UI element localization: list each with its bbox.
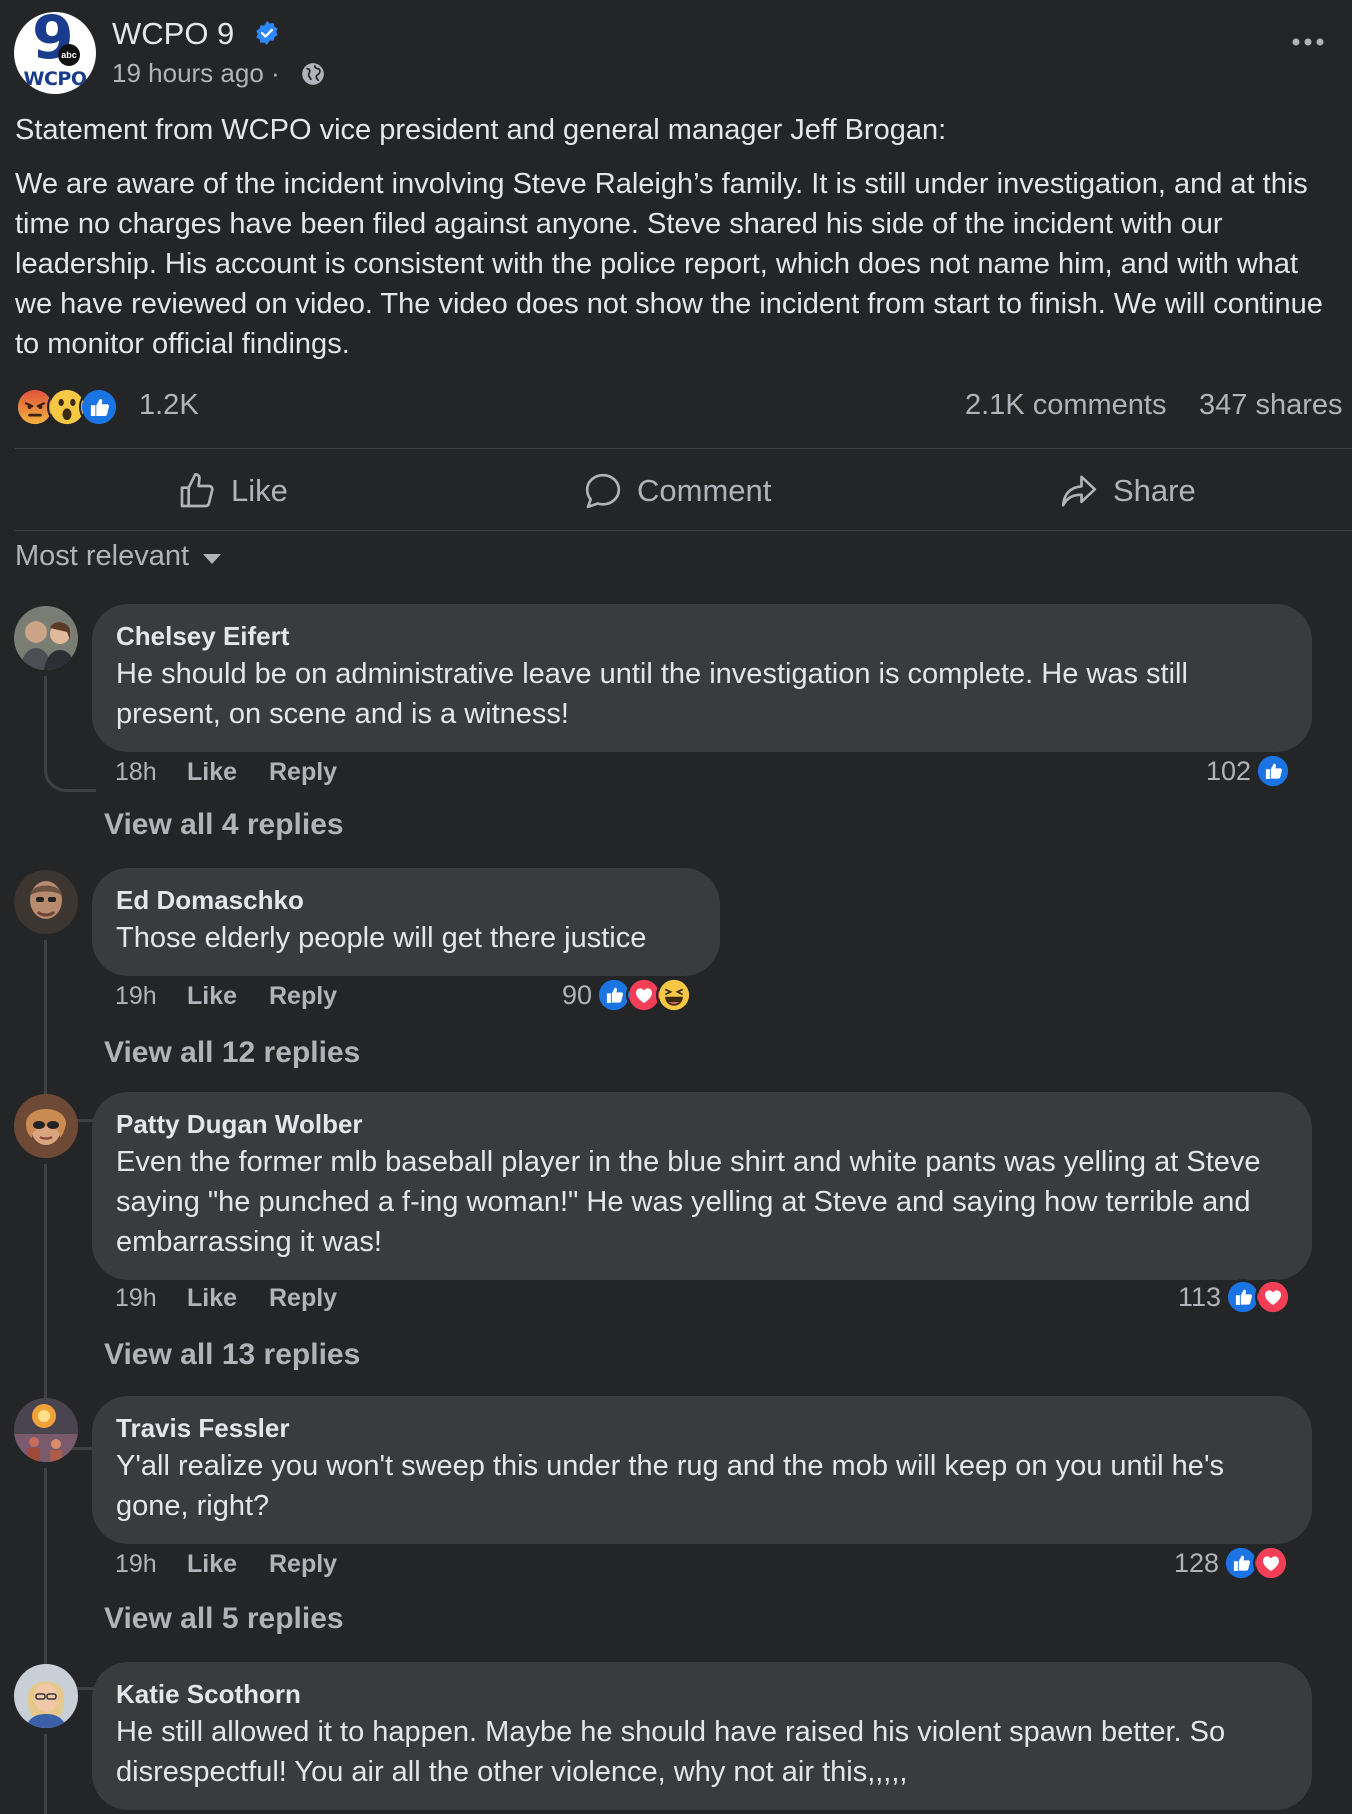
comment-reactions[interactable]: 90 [562, 976, 693, 1014]
page-name[interactable]: WCPO 9 [112, 16, 234, 52]
comment-reaction-count: 113 [1178, 1281, 1222, 1312]
comment: Katie Scothorn He still allowed it to ha… [14, 1662, 1352, 1814]
comment-bubble: Ed Domaschko Those elderly people will g… [92, 868, 720, 976]
love-reaction-icon [1253, 1545, 1290, 1581]
comment-like-button[interactable]: Like [187, 758, 237, 787]
comments-count[interactable]: 2.1K comments [965, 389, 1166, 422]
more-options-icon[interactable] [1288, 32, 1328, 52]
comment-time[interactable]: 19h [115, 982, 157, 1011]
thread-line [44, 1734, 47, 1814]
post-paragraph: Statement from WCPO vice president and g… [15, 114, 947, 146]
comment-text: He should be on administrative leave unt… [116, 658, 1188, 730]
love-reaction-icon [1255, 1279, 1292, 1315]
reaction-count[interactable]: 1.2K [139, 389, 199, 422]
reaction-summary[interactable] [15, 387, 127, 427]
comment-sort-dropdown[interactable]: Most relevant [15, 540, 222, 573]
avatar-network-logo: abc [58, 44, 80, 66]
shares-count[interactable]: 347 shares [1199, 389, 1343, 422]
thread-line [44, 676, 96, 792]
post-body: Statement from WCPO vice president and g… [15, 110, 1335, 378]
sort-label: Most relevant [15, 540, 190, 572]
view-replies-link[interactable]: View all 13 replies [104, 1338, 360, 1372]
like-label: Like [231, 473, 288, 508]
comment-bubble: Katie Scothorn He still allowed it to ha… [92, 1662, 1312, 1810]
comment-bubble: Patty Dugan Wolber Even the former mlb b… [92, 1092, 1312, 1280]
like-reaction-icon [79, 387, 119, 427]
comment-reactions[interactable]: 102 [1206, 752, 1292, 790]
post-time[interactable]: 19 hours ago · [112, 58, 280, 89]
like-button[interactable]: Like [177, 452, 288, 530]
globe-icon [302, 63, 324, 85]
comment: Patty Dugan Wolber Even the former mlb b… [14, 1092, 1352, 1450]
comment-reaction-count: 102 [1206, 755, 1252, 786]
view-replies-link[interactable]: View all 4 replies [104, 808, 344, 842]
post-actions: Like Comment Share [15, 452, 1352, 530]
view-replies-link[interactable]: View all 12 replies [104, 1036, 360, 1070]
like-reaction-icon [1255, 753, 1292, 789]
comment-author[interactable]: Patty Dugan Wolber [116, 1108, 1288, 1140]
comment-reaction-count: 90 [562, 979, 593, 1010]
comment: Ed Domaschko Those elderly people will g… [14, 868, 1352, 1122]
share-icon [1061, 475, 1097, 507]
haha-reaction-icon [656, 977, 693, 1013]
comment-author[interactable]: Travis Fessler [116, 1412, 1288, 1444]
avatar[interactable] [14, 1664, 78, 1728]
comment-time[interactable]: 18h [115, 758, 157, 787]
page-avatar[interactable]: 9 abc WCPO [14, 12, 96, 94]
comment-text: Even the former mlb baseball player in t… [116, 1146, 1261, 1258]
divider [15, 530, 1352, 531]
comment-time[interactable]: 19h [115, 1550, 157, 1579]
comment-author[interactable]: Katie Scothorn [116, 1678, 1288, 1710]
comment-like-button[interactable]: Like [187, 1550, 237, 1579]
comment: Travis Fessler Y'all realize you won't s… [14, 1396, 1352, 1690]
comment-reactions[interactable]: 128 [1174, 1544, 1290, 1582]
comment-icon [585, 473, 621, 509]
comment-text: Y'all realize you won't sweep this under… [116, 1450, 1224, 1522]
comment-reply-button[interactable]: Reply [269, 982, 337, 1011]
share-button[interactable]: Share [1059, 452, 1196, 530]
comment-label: Comment [637, 473, 772, 508]
comment-text: He still allowed it to happen. Maybe he … [116, 1716, 1226, 1788]
avatar[interactable] [14, 606, 78, 670]
thread-line [44, 1468, 96, 1690]
post-header: 9 abc WCPO WCPO 9 19 hours ago · [14, 12, 1338, 94]
comment-author[interactable]: Ed Domaschko [116, 884, 696, 916]
comment-reaction-count: 128 [1174, 1547, 1220, 1578]
view-replies-link[interactable]: View all 5 replies [104, 1602, 344, 1636]
post-paragraph: We are aware of the incident involving S… [15, 168, 1323, 360]
share-label: Share [1113, 473, 1196, 508]
post-stats: 1.2K 2.1K comments 347 shares [15, 385, 1352, 431]
divider [15, 448, 1352, 449]
verified-badge-icon [256, 21, 278, 45]
avatar[interactable] [14, 870, 78, 934]
comment-like-button[interactable]: Like [187, 982, 237, 1011]
comment-author[interactable]: Chelsey Eifert [116, 620, 1288, 652]
thumbs-up-icon [180, 473, 214, 508]
comment-bubble: Travis Fessler Y'all realize you won't s… [92, 1396, 1312, 1544]
caret-down-icon [203, 553, 222, 564]
comment-time[interactable]: 19h [115, 1284, 157, 1313]
comment-reply-button[interactable]: Reply [269, 1284, 337, 1313]
comment-like-button[interactable]: Like [187, 1284, 237, 1313]
comment: Chelsey Eifert He should be on administr… [14, 604, 1352, 841]
comment-reply-button[interactable]: Reply [269, 1550, 337, 1579]
avatar-callsign: WCPO [23, 68, 87, 90]
avatar[interactable] [14, 1398, 78, 1462]
comment-reply-button[interactable]: Reply [269, 758, 337, 787]
comment-button[interactable]: Comment [583, 452, 771, 530]
comment-text: Those elderly people will get there just… [116, 922, 647, 954]
avatar[interactable] [14, 1094, 78, 1158]
comment-bubble: Chelsey Eifert He should be on administr… [92, 604, 1312, 752]
comment-reactions[interactable]: 113 [1178, 1278, 1292, 1316]
